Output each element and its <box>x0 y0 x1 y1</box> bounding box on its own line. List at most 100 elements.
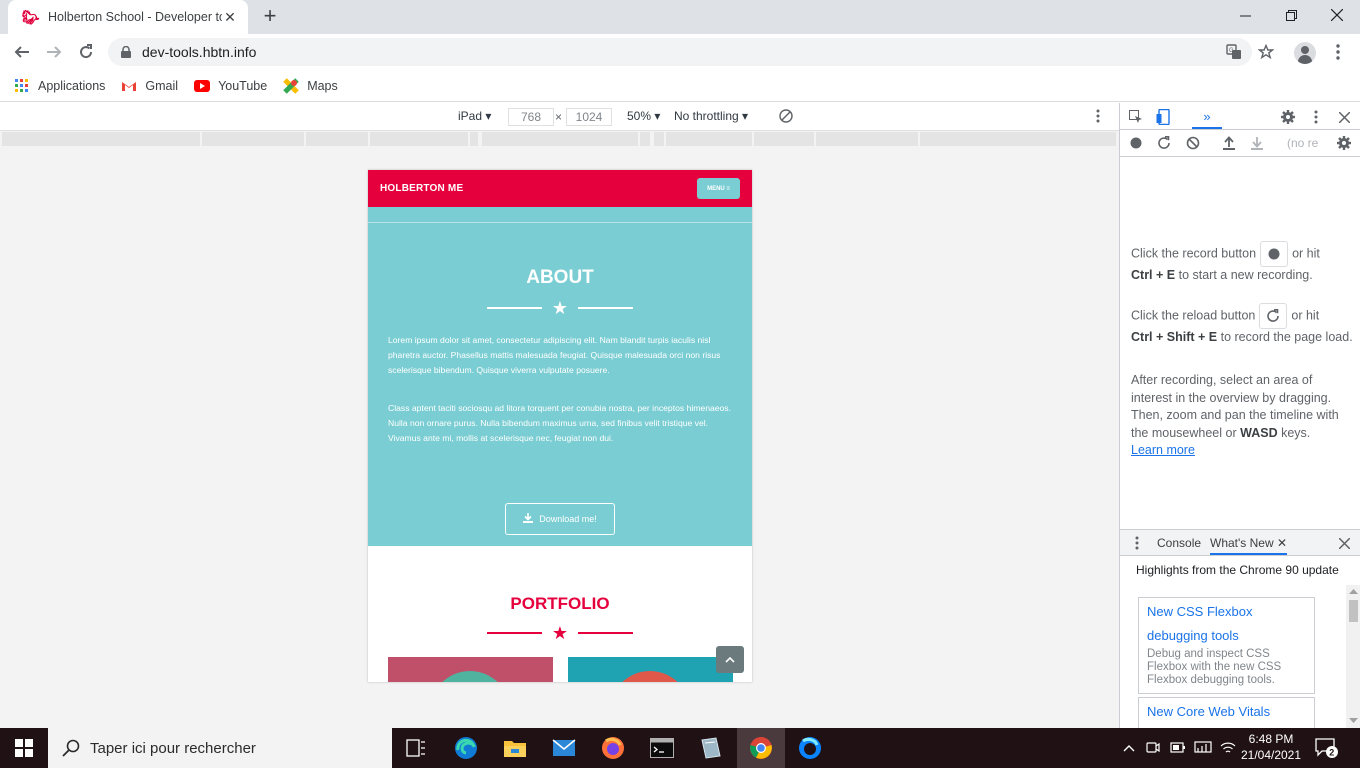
wifi-icon[interactable] <box>1220 740 1236 757</box>
devtools-settings-button[interactable] <box>1277 106 1299 128</box>
new-tab-button[interactable]: + <box>258 5 282 29</box>
capture-settings-button[interactable] <box>1333 132 1355 154</box>
taskbar-firefox[interactable] <box>589 728 637 768</box>
network-icon[interactable] <box>1194 740 1212 757</box>
portfolio-section: PORTFOLIO ★ <box>368 546 752 682</box>
after-tail-text: keys. <box>1281 425 1311 440</box>
learn-more-link[interactable]: Learn more <box>1131 443 1195 457</box>
more-tabs-button[interactable]: » <box>1192 105 1222 129</box>
taskbar-edge[interactable] <box>442 728 490 768</box>
taskbar-clock[interactable]: 6:48 PM 21/04/2021 <box>1236 731 1306 763</box>
scroll-to-top-button[interactable] <box>716 646 744 673</box>
reload-button[interactable] <box>72 38 100 66</box>
device-select[interactable]: iPad ▾ <box>458 109 491 123</box>
inspect-element-button[interactable] <box>1125 106 1147 128</box>
kebab-menu-icon <box>1135 536 1139 550</box>
download-button[interactable]: Download me! <box>505 503 615 535</box>
taskbar-file-explorer[interactable] <box>491 728 539 768</box>
device-toolbar: iPad ▾ 768 × 1024 50% ▾ No throttling ▾ <box>0 103 1119 131</box>
site-menu-button[interactable]: MENU ≡ <box>697 178 740 199</box>
save-profile-button[interactable] <box>1246 132 1268 154</box>
forward-button[interactable] <box>40 38 68 66</box>
device-toggle-button[interactable] <box>1152 106 1174 128</box>
rotate-button[interactable] <box>778 108 794 127</box>
card-title[interactable]: New Core Web Vitals <box>1147 700 1306 724</box>
bookmark-star-button[interactable] <box>1252 38 1280 66</box>
drawer-scrollbar[interactable] <box>1346 585 1360 728</box>
taskbar-chrome[interactable] <box>737 728 785 768</box>
record-or-text: or hit <box>1292 246 1320 261</box>
ruler-segment <box>2 132 200 146</box>
minimize-button[interactable] <box>1222 0 1268 30</box>
star-outline-icon <box>1258 44 1274 60</box>
back-button[interactable] <box>8 38 36 66</box>
drawer-menu-button[interactable] <box>1126 532 1148 554</box>
reload-instructions: Click the reload button or hit Ctrl + Shif… <box>1131 303 1353 347</box>
clear-button[interactable] <box>1182 132 1204 154</box>
record-button[interactable] <box>1125 132 1147 154</box>
tab-close-icon[interactable]: ✕ <box>1277 536 1287 550</box>
zoom-value: 50% <box>627 109 652 123</box>
bookmark-applications[interactable]: Applications <box>14 78 105 94</box>
close-icon <box>1331 9 1343 21</box>
close-window-button[interactable] <box>1314 0 1360 30</box>
taskbar-search[interactable]: Taper ici pour rechercher <box>48 728 392 768</box>
drawer-close-button[interactable] <box>1333 532 1355 554</box>
youtube-icon <box>194 78 211 94</box>
card-title[interactable]: New CSS Flexbox debugging tools <box>1147 600 1306 648</box>
bookmark-maps[interactable]: Maps <box>283 77 338 94</box>
chrome-menu-button[interactable] <box>1326 38 1350 66</box>
battery-icon[interactable] <box>1170 740 1186 757</box>
thumbnail-graphic <box>610 671 690 682</box>
site-brand[interactable]: HOLBERTON ME <box>380 183 463 194</box>
about-paragraph-2: Class aptent taciti sociosqu ad litora t… <box>388 403 731 443</box>
drawer-tab-bar: Console What's New ✕ <box>1120 529 1360 556</box>
throttling-select[interactable]: No throttling ▾ <box>674 109 748 123</box>
inline-reload-button[interactable] <box>1259 303 1288 329</box>
task-view-button[interactable] <box>392 728 440 768</box>
devtools-close-button[interactable] <box>1333 106 1355 128</box>
bookmark-label: YouTube <box>218 78 268 93</box>
ruler-segment <box>306 132 368 146</box>
holberton-favicon-icon: 🐎︎ <box>22 9 40 25</box>
tab-title: Holberton School - Developer to <box>48 10 222 24</box>
whats-new-card[interactable]: New CSS Flexbox debugging tools Debug an… <box>1138 597 1315 694</box>
bookmark-youtube[interactable]: YouTube <box>194 78 267 94</box>
media-query-ruler[interactable] <box>0 131 1119 147</box>
gear-icon <box>1281 110 1295 124</box>
devtools-more-button[interactable] <box>1305 106 1327 128</box>
ruler-segment <box>202 132 304 146</box>
device-toolbar-more-button[interactable] <box>1096 108 1100 127</box>
taskbar-mail[interactable] <box>540 728 588 768</box>
taskbar-app-window[interactable] <box>687 728 735 768</box>
translate-button[interactable]: G <box>1220 38 1248 66</box>
zoom-select[interactable]: 50% ▾ <box>627 109 660 123</box>
terminal-icon <box>650 738 674 758</box>
portfolio-thumbnail[interactable] <box>568 657 733 682</box>
tray-chevron-up-icon[interactable] <box>1122 741 1136 755</box>
tab-console[interactable]: Console <box>1157 536 1201 550</box>
restore-button[interactable] <box>1268 0 1314 30</box>
address-bar[interactable]: dev-tools.hbtn.info <box>108 38 1252 66</box>
profile-avatar[interactable] <box>1294 42 1316 64</box>
bookmark-gmail[interactable]: Gmail <box>121 78 178 94</box>
portfolio-thumbnail[interactable] <box>388 657 553 682</box>
load-profile-button[interactable] <box>1218 132 1240 154</box>
browser-tab[interactable]: 🐎︎ Holberton School - Developer to ✕ <box>8 0 248 34</box>
inline-record-button[interactable] <box>1260 241 1289 267</box>
taskbar-firefox-dev[interactable] <box>786 728 834 768</box>
whats-new-card[interactable]: New Core Web Vitals <box>1138 697 1315 728</box>
start-button[interactable] <box>0 728 48 768</box>
notification-center-button[interactable]: 2 <box>1314 736 1342 760</box>
notification-count: 2 <box>1329 748 1334 758</box>
height-input[interactable]: 1024 <box>566 108 612 126</box>
meet-now-icon[interactable] <box>1146 740 1162 757</box>
profile-select[interactable]: (no re <box>1287 136 1318 150</box>
emulated-device-page: HOLBERTON ME MENU ≡ ABOUT ★ Lorem ipsum … <box>368 170 752 682</box>
tab-close-icon[interactable]: ✕ <box>222 9 238 25</box>
width-input[interactable]: 768 <box>508 108 554 126</box>
scrollbar-thumb[interactable] <box>1349 600 1358 622</box>
reload-record-button[interactable] <box>1153 132 1175 154</box>
tab-whats-new[interactable]: What's New ✕ <box>1210 536 1288 555</box>
taskbar-terminal[interactable] <box>638 728 686 768</box>
